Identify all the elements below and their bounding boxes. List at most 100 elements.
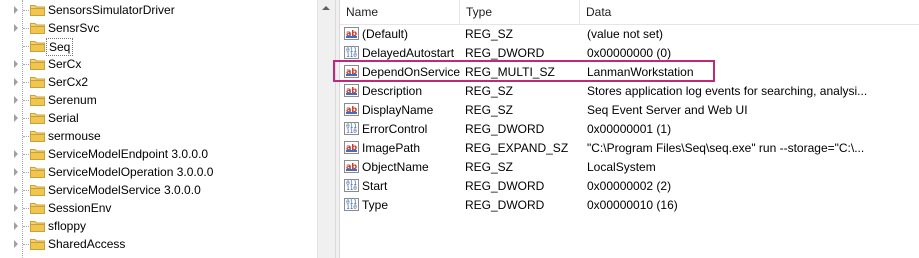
folder-icon (30, 93, 45, 106)
value-data: Stores application log events for search… (587, 84, 868, 98)
value-row[interactable]: 011 110 DelayedAutostart REG_DWORD 0x000000… (340, 44, 919, 63)
value-row[interactable]: 011 110 Type REG_DWORD 0x00000010 (16) (340, 196, 919, 215)
expand-arrow-icon[interactable] (14, 204, 18, 212)
folder-icon (30, 219, 45, 232)
tree-item-label: SerCx (48, 57, 82, 71)
string-value-icon: ab (344, 65, 360, 79)
tree-item-label: Seq (46, 38, 74, 56)
expand-arrow-icon[interactable] (14, 78, 18, 86)
string-value-icon: ab (344, 27, 360, 41)
value-type-glyph: 011 110 (344, 122, 359, 135)
value-type: REG_SZ (465, 84, 514, 98)
value-name: DelayedAutostart (362, 46, 455, 60)
tree-item[interactable]: ServiceModelEndpoint 3.0.0.0 (0, 145, 316, 163)
tree-guide-line (23, 172, 29, 173)
column-header-name[interactable]: Name (340, 0, 458, 24)
value-row[interactable]: 011 110 Start REG_DWORD 0x00000002 (2) (340, 177, 919, 196)
column-header-data[interactable]: Data (580, 0, 886, 24)
folder-icon (30, 201, 45, 214)
tree-item[interactable]: ServiceModelOperation 3.0.0.0 (0, 163, 316, 181)
tree-vertical-scrollbar[interactable] (317, 0, 335, 258)
binary-value-icon: 011 110 (344, 198, 360, 212)
value-row[interactable]: ab DisplayName REG_SZ Seq Event Server and … (340, 101, 919, 120)
binary-value-icon: 011 110 (344, 179, 360, 193)
value-data: 0x00000002 (2) (587, 179, 672, 193)
tree-item[interactable]: SharedAccess (0, 235, 316, 253)
value-type-glyph: 011 110 (344, 198, 359, 211)
tree-item[interactable]: SensorsSimulatorDriver (0, 1, 316, 19)
folder-icon (30, 237, 45, 250)
tree-item[interactable]: ServiceModelService 3.0.0.0 (0, 181, 316, 199)
value-data: "C:\Program Files\Seq\seq.exe" run --sto… (587, 141, 865, 155)
string-value-icon: ab (344, 160, 360, 174)
column-header-type[interactable]: Type (460, 0, 576, 24)
string-value-icon: ab (344, 141, 360, 155)
tree-guide-line (23, 226, 29, 227)
tree-item[interactable]: SessionEnv (0, 199, 316, 217)
tree-item-label: ServiceModelService 3.0.0.0 (48, 183, 201, 197)
tree-item-label: SensrSvc (48, 21, 100, 35)
folder-icon (30, 21, 45, 34)
tree-guide-line (23, 100, 29, 101)
string-value-icon: ab (344, 103, 360, 117)
value-row[interactable]: ab ImagePath REG_EXPAND_SZ "C:\Program File… (340, 139, 919, 158)
expand-arrow-icon[interactable] (14, 96, 18, 104)
binary-value-icon: 011 110 (344, 46, 360, 60)
value-name: Description (362, 84, 423, 98)
value-data: (value not set) (587, 27, 664, 41)
folder-icon (30, 3, 45, 16)
value-type: REG_EXPAND_SZ (465, 141, 569, 155)
tree-item[interactable]: Serenum (0, 91, 316, 109)
value-data: LanmanWorkstation (587, 65, 694, 79)
value-data: 0x00000001 (1) (587, 122, 672, 136)
value-row[interactable]: 011 110 ErrorControl REG_DWORD 0x00000001 (… (340, 120, 919, 139)
expand-arrow-icon[interactable] (14, 186, 18, 194)
expand-arrow-icon[interactable] (14, 150, 18, 158)
value-type: REG_MULTI_SZ (465, 65, 555, 79)
folder-icon (30, 57, 45, 70)
tree-item[interactable]: sermouse (0, 127, 316, 145)
expand-arrow-icon[interactable] (14, 60, 18, 68)
tree-item-label: SensorsSimulatorDriver (48, 3, 175, 17)
value-type-glyph: ab (344, 141, 359, 154)
folder-icon (30, 147, 45, 160)
tree-guide-line (23, 64, 29, 65)
string-value-icon: ab (344, 84, 360, 98)
tree-guide-line (23, 190, 29, 191)
registry-key-tree[interactable]: SensorsSimulatorDriver SensrSvc Seq SerCx Se… (0, 0, 316, 258)
expand-arrow-icon[interactable] (14, 222, 18, 230)
value-type-glyph: 011 110 (344, 46, 359, 59)
tree-item[interactable]: Seq (0, 37, 316, 56)
tree-item[interactable]: SerCx2 (0, 73, 316, 91)
scroll-up-arrow-icon[interactable] (322, 6, 330, 10)
expand-arrow-icon[interactable] (14, 6, 18, 14)
expand-arrow-icon[interactable] (14, 168, 18, 176)
tree-guide-line (23, 10, 29, 11)
tree-item[interactable]: sfloppy (0, 217, 316, 235)
value-type: REG_DWORD (465, 179, 545, 193)
value-name: ObjectName (362, 160, 429, 174)
value-row[interactable]: ab (Default) REG_SZ (value not set) (340, 25, 919, 44)
folder-icon (30, 39, 45, 52)
value-type-glyph: ab (344, 65, 359, 78)
tree-item[interactable]: SensrSvc (0, 19, 316, 37)
tree-item-label: ServiceModelOperation 3.0.0.0 (48, 165, 214, 179)
value-row[interactable]: ab Description REG_SZ Stores application lo… (340, 82, 919, 101)
value-name: Start (362, 179, 388, 193)
value-row[interactable]: ab DependOnService REG_MULTI_SZ LanmanWorks… (340, 63, 919, 82)
value-name: ImagePath (362, 141, 421, 155)
binary-value-icon: 011 110 (344, 122, 360, 136)
expand-arrow-icon[interactable] (14, 24, 18, 32)
value-row[interactable]: ab ObjectName REG_SZ LocalSystem (340, 158, 919, 177)
column-header-row: Name Type Data (340, 0, 919, 25)
expand-arrow-icon[interactable] (14, 240, 18, 248)
tree-item-label: Serenum (48, 93, 97, 107)
value-type: REG_DWORD (465, 122, 545, 136)
tree-item[interactable]: SerCx (0, 55, 316, 73)
value-data: 0x00000000 (0) (587, 46, 672, 60)
expand-arrow-icon[interactable] (14, 114, 18, 122)
tree-item[interactable]: Serial (0, 109, 316, 127)
tree-guide-line (23, 46, 29, 47)
folder-icon (30, 111, 45, 124)
registry-values-list[interactable]: Name Type Data ab (Default) REG_SZ (value n… (340, 0, 919, 258)
